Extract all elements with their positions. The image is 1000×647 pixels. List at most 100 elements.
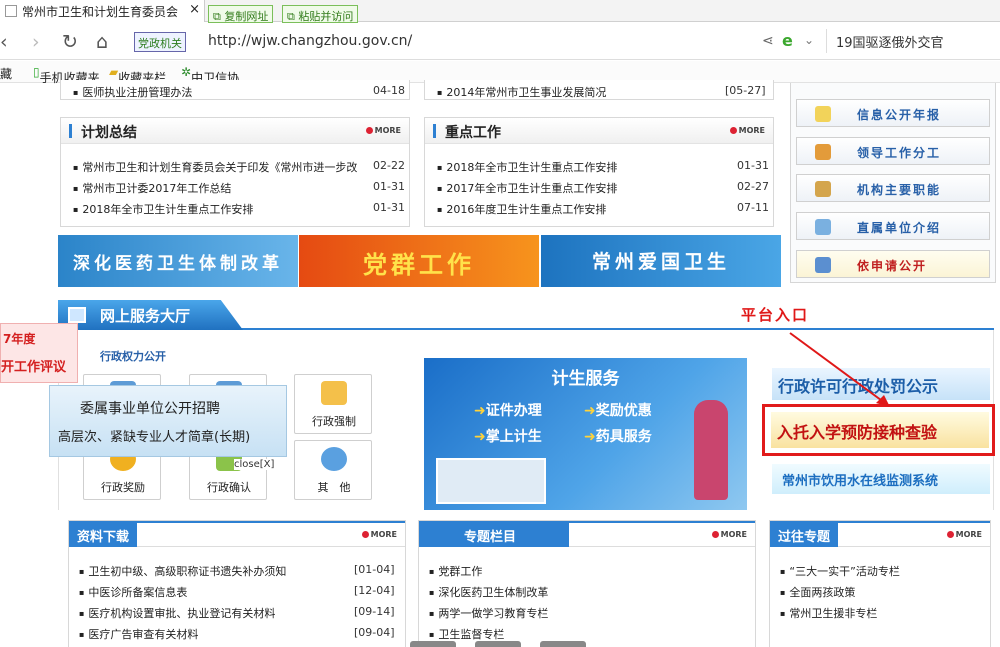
building-photo [436, 458, 546, 504]
chevron-down-icon[interactable]: ⌄ [804, 33, 814, 47]
recruit-float-ad[interactable]: 委属事业单位公开招聘 高层次、紧缺专业人才简章(长期) [49, 385, 287, 457]
list-item[interactable]: 卫生监督专栏 [429, 626, 504, 642]
topics-panel: 专题栏目 MORE 党群工作 深化医药卫生体制改革 两学一做学习教育专栏 卫生监… [418, 520, 756, 647]
link-vaccination-check[interactable]: 入托入学预防接种查验 [771, 412, 989, 448]
family-planning-banner[interactable]: 计生服务 ➜证件办理 ➜奖励优惠 ➜掌上计生 ➜药具服务 [424, 358, 747, 510]
annotation-label: 平台入口 [741, 306, 810, 324]
bookmark-item[interactable]: 藏 [0, 65, 12, 82]
document-icon [815, 106, 831, 122]
browser-tab[interactable]: 常州市卫生和计划生育委员会 × [0, 0, 205, 22]
list-item[interactable]: 常州市卫计委2017年工作总结 [73, 180, 231, 196]
service-title: 网上服务大厅 [100, 307, 191, 325]
share-icon[interactable]: ⋖ [762, 33, 774, 49]
list-item[interactable]: 全面两孩政策 [780, 584, 855, 600]
more-link[interactable]: MORE [730, 126, 765, 135]
list-date: 01-31 [373, 201, 405, 214]
bookmark-zwxx[interactable]: ✲ 中卫信协 [181, 65, 239, 85]
more-link[interactable]: MORE [362, 530, 397, 539]
appraisal-float-ad[interactable]: 7年度 开工作评议 [0, 323, 78, 383]
more-link[interactable]: MORE [947, 530, 982, 539]
page-icon [5, 5, 17, 17]
menu-label: 机构主要职能 [857, 183, 942, 197]
panel-header: 过往专题 MORE [770, 521, 990, 547]
list-item[interactable]: 常州市卫生和计划生育委员会关于印发《常州市进一步改 [73, 159, 363, 175]
forward-icon[interactable]: › [32, 31, 40, 53]
menu-item-functions[interactable]: 机构主要职能 [796, 174, 990, 202]
link-water-monitor[interactable]: 常州市饮用水在线监测系统 [772, 464, 990, 494]
person-icon [815, 144, 831, 160]
key-work-panel: 重点工作 MORE 2018年全市卫生计生重点工作安排 01-31 2017年全… [424, 117, 774, 227]
list-item[interactable]: 2016年度卫生计生重点工作安排 [437, 201, 606, 217]
plan-panel: 计划总结 MORE 常州市卫生和计划生育委员会关于印发《常州市进一步改 02-2… [60, 117, 410, 227]
list-date: 01-31 [737, 159, 769, 172]
arrow-icon: ➜ [474, 403, 486, 419]
close-float-button[interactable]: close[X] [234, 459, 275, 470]
copy-url-button[interactable]: ⧉ 复制网址 [208, 5, 274, 23]
list-item[interactable]: 2014年常州市卫生事业发展简况 [437, 84, 606, 100]
list-item[interactable]: 中医诊所备案信息表 [79, 584, 187, 600]
list-item[interactable]: 医师执业注册管理办法 [73, 84, 192, 100]
list-date: 07-11 [737, 201, 769, 214]
tab-bar: 常州市卫生和计划生育委员会 × ⧉ 复制网址 ⧉ 粘贴并访问 [0, 0, 1000, 23]
more-link[interactable]: MORE [366, 126, 401, 135]
gov-badge[interactable]: 党政机关 [134, 32, 186, 52]
service-button-enforce[interactable]: 行政强制 [294, 374, 372, 434]
banner-party[interactable]: 党群工作 [299, 235, 539, 287]
more-link[interactable]: MORE [712, 530, 747, 539]
home-icon[interactable]: ⌂ [96, 31, 108, 53]
menu-item-annual-report[interactable]: 信息公开年报 [796, 99, 990, 127]
banner-item: ➜药具服务 [584, 426, 652, 446]
annotation-arrow [789, 332, 890, 407]
list-date: 02-27 [737, 180, 769, 193]
page-tab-stub[interactable] [475, 641, 521, 647]
bookmark-mobile[interactable]: ▯ 手机收藏夹 [33, 65, 100, 85]
box-icon [815, 181, 831, 197]
page-tab-stub[interactable] [540, 641, 586, 647]
divider [826, 29, 827, 53]
panel-title: 计划总结 [81, 125, 137, 141]
back-icon[interactable]: ‹ [0, 31, 8, 53]
button-label: 行政确认 [207, 481, 251, 494]
menu-item-units[interactable]: 直属单位介绍 [796, 212, 990, 240]
panel-title: 过往专题 [770, 523, 839, 547]
list-date: 04-18 [373, 84, 405, 97]
link-label: 入托入学预防接种查验 [777, 423, 938, 442]
page-tab-stub[interactable] [410, 641, 456, 647]
url-field[interactable]: http://wjw.changzhou.gov.cn/ [208, 33, 412, 49]
recruit-line-1: 委属事业单位公开招聘 [80, 401, 220, 417]
list-item[interactable]: 党群工作 [429, 563, 482, 579]
browser-engine-icon[interactable]: e [782, 31, 793, 50]
service-button-other[interactable]: 其 他 [294, 440, 372, 500]
search-input[interactable]: 19国驱逐俄外交官 [836, 32, 944, 51]
panel-title: 专题栏目 [419, 523, 569, 547]
banner-patriotic-health[interactable]: 常州爱国卫生 [541, 235, 781, 287]
menu-item-apply-disclosure[interactable]: 依申请公开 [796, 250, 990, 278]
list-item[interactable]: 医疗广告审查有关材料 [79, 626, 198, 642]
list-item[interactable]: 卫生初中级、高级职称证书遗失补办须知 [79, 563, 286, 579]
list-item[interactable]: 2018年全市卫生计生重点工作安排 [437, 159, 617, 175]
link-label: 常州市饮用水在线监测系统 [782, 474, 939, 489]
list-date: [12-04] [354, 584, 395, 597]
list-date: [01-04] [354, 563, 395, 576]
tab-title: 常州市卫生和计划生育委员会 [22, 5, 179, 19]
refresh-icon[interactable]: ↻ [62, 31, 78, 53]
menu-label: 直属单位介绍 [857, 221, 942, 235]
banner-title: 计生服务 [551, 369, 620, 389]
list-item[interactable]: 2017年全市卫生计生重点工作安排 [437, 180, 617, 196]
menu-label: 领导工作分工 [857, 146, 942, 160]
monitor-icon [68, 307, 86, 323]
list-item[interactable]: 深化医药卫生体制改革 [429, 584, 548, 600]
pencil-icon [321, 381, 347, 405]
paste-visit-button[interactable]: ⧉ 粘贴并访问 [282, 5, 359, 23]
menu-item-leadership[interactable]: 领导工作分工 [796, 137, 990, 165]
close-tab-icon[interactable]: × [189, 2, 200, 17]
list-item[interactable]: 常州卫生援非专栏 [780, 605, 877, 621]
banner-reform[interactable]: 深化医药卫生体制改革 [58, 235, 298, 287]
bookmark-folder[interactable]: ▰ 收藏夹栏 [109, 65, 166, 85]
copy-url-label: 复制网址 [224, 10, 269, 23]
list-item[interactable]: 两学一做学习教育专栏 [429, 605, 548, 621]
gear-icon: ✲ [181, 65, 192, 79]
list-item[interactable]: 2018年全市卫生计生重点工作安排 [73, 201, 253, 217]
list-item[interactable]: “三大一实干”活动专栏 [780, 563, 899, 579]
list-item[interactable]: 医疗机构设置审批、执业登记有关材料 [79, 605, 275, 621]
